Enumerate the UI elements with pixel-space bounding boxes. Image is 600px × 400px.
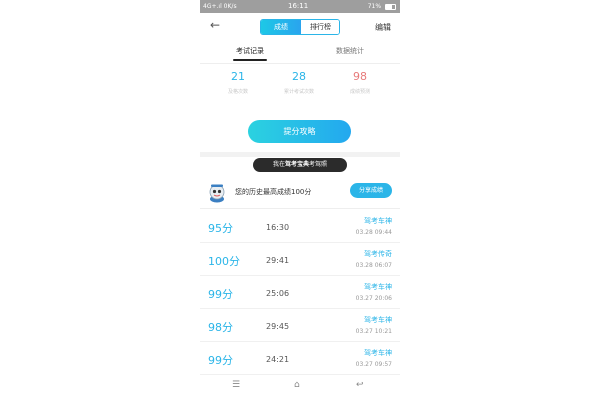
best-score-row: 您的历史最高成绩100分 分享成绩: [200, 178, 400, 209]
stat-score-prediction: 98 成绩预测: [327, 70, 393, 95]
banner-brand: 驾考宝典: [284, 161, 309, 168]
stat-label: 及格次数: [227, 89, 248, 95]
record-duration: 25:06: [266, 289, 290, 298]
mascot-icon: [209, 184, 225, 203]
record-tabs: 考试记录 数据统计: [200, 43, 400, 64]
brand-banner: 我在驾考宝典考驾照: [253, 158, 347, 172]
stats-row: 21 及格次数 28 累计考试次数 98 成绩预测: [200, 68, 400, 104]
stat-value: 28: [292, 70, 306, 83]
status-time: 16:11: [288, 2, 309, 10]
section-divider: [200, 152, 400, 157]
tab-score[interactable]: 成绩: [261, 20, 301, 34]
phone-screen: 4G+.ıl 0K/s 16:11 71% ← 成绩 排行榜 编辑 考试记录 数…: [200, 0, 400, 400]
stat-label: 累计考试次数: [283, 89, 314, 95]
share-score-button[interactable]: 分享成绩: [350, 183, 392, 198]
list-item[interactable]: 100分 29:41 驾考传奇 03.28 06:07: [200, 243, 400, 276]
status-bar: 4G+.ıl 0K/s 16:11 71%: [200, 0, 400, 13]
edit-button[interactable]: 编辑: [375, 22, 391, 33]
signal-indicator: 4G+.ıl: [203, 3, 222, 10]
status-left: 4G+.ıl 0K/s: [203, 3, 237, 10]
score-tips-button[interactable]: 提分攻略: [248, 120, 351, 143]
header: ← 成绩 排行榜 编辑: [200, 13, 400, 41]
tab-data-stats[interactable]: 数据统计: [300, 46, 400, 56]
tab-exam-records[interactable]: 考试记录: [200, 46, 300, 56]
record-date: 03.28 09:44: [355, 229, 392, 236]
segment-control: 成绩 排行榜: [260, 19, 340, 35]
battery-icon: [385, 3, 396, 10]
list-item[interactable]: 98分 29:45 驾考车神 03.27 10:21: [200, 309, 400, 342]
record-score: 99分: [208, 288, 233, 301]
network-speed: 0K/s: [223, 3, 237, 10]
record-score: 98分: [208, 321, 233, 334]
record-title: 驾考车神: [364, 349, 392, 357]
record-date: 03.27 20:06: [355, 295, 392, 302]
tab-ranking[interactable]: 排行榜: [301, 20, 339, 34]
best-score-text: 您的历史最高成绩100分: [235, 188, 312, 196]
home-icon[interactable]: ⌂: [294, 380, 300, 390]
record-title: 驾考车神: [364, 283, 392, 291]
stat-value: 98: [353, 70, 367, 83]
record-duration: 29:41: [266, 256, 290, 265]
record-score: 100分: [208, 255, 240, 268]
back-arrow-icon[interactable]: ←: [210, 18, 220, 32]
menu-icon[interactable]: ☰: [232, 380, 240, 390]
exam-record-list: 95分 16:30 驾考车神 03.28 09:44 100分 29:41 驾考…: [200, 210, 400, 375]
list-item[interactable]: 99分 25:06 驾考车神 03.27 20:06: [200, 276, 400, 309]
stat-value: 21: [231, 70, 245, 83]
record-score: 99分: [208, 354, 233, 367]
record-title: 驾考传奇: [364, 250, 392, 258]
stat-label: 成绩预测: [349, 89, 370, 95]
banner-suffix: 考驾照: [309, 161, 328, 168]
record-date: 03.27 09:57: [355, 361, 392, 368]
record-duration: 29:45: [266, 322, 290, 331]
stat-total-exams: 28 累计考试次数: [266, 70, 332, 95]
status-right: 71%: [368, 3, 396, 10]
list-item[interactable]: 99分 24:21 驾考车神 03.27 09:57: [200, 342, 400, 375]
tab-underline: [233, 59, 267, 61]
stat-pass-count: 21 及格次数: [205, 70, 271, 95]
record-title: 驾考车神: [364, 316, 392, 324]
record-title: 驾考车神: [364, 217, 392, 225]
record-date: 03.28 06:07: [355, 262, 392, 269]
battery-percent: 71%: [367, 3, 382, 10]
record-date: 03.27 10:21: [355, 328, 392, 335]
record-score: 95分: [208, 222, 233, 235]
banner-prefix: 我在: [272, 161, 285, 168]
system-nav-bar: ☰ ⌂ ↩: [200, 376, 400, 400]
return-icon[interactable]: ↩: [356, 380, 364, 390]
list-item[interactable]: 95分 16:30 驾考车神 03.28 09:44: [200, 210, 400, 243]
record-duration: 24:21: [266, 355, 290, 364]
record-duration: 16:30: [266, 223, 290, 232]
